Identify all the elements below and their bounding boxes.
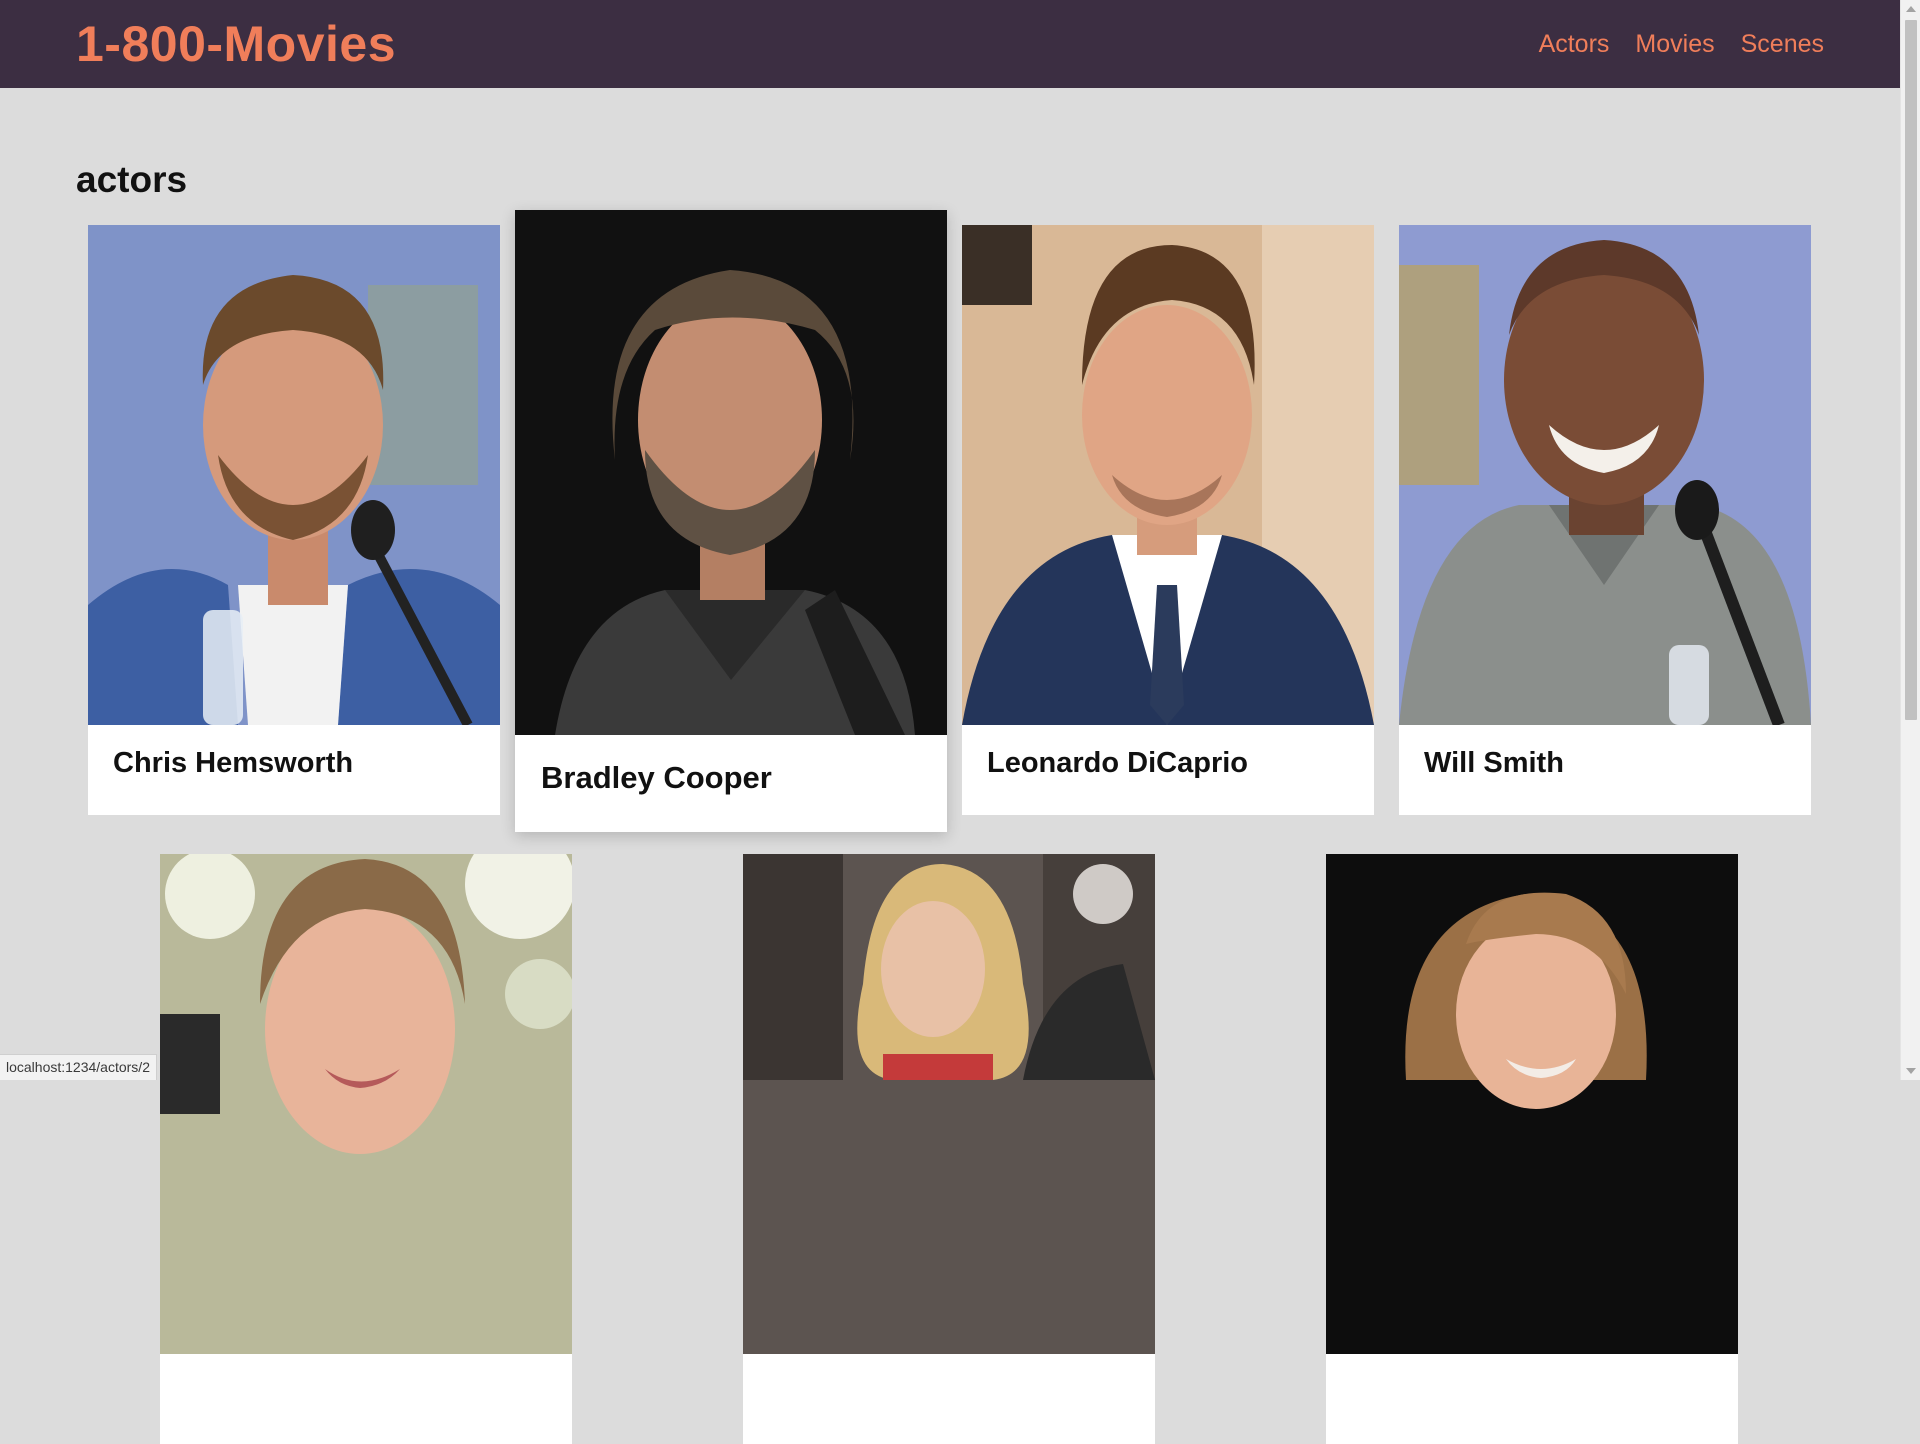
nav-links: Actors Movies Scenes [1539,28,1824,60]
actor-card-6[interactable] [743,854,1155,1444]
page-title: actors [76,159,188,200]
actor-card-bradley-cooper[interactable]: Bradley Cooper [515,210,947,832]
actor-card-5[interactable] [160,854,572,1444]
actor-card-will-smith[interactable]: Will Smith [1399,225,1811,815]
nav-link-movies[interactable]: Movies [1635,28,1714,60]
actor-photo [515,210,947,735]
actor-name: Will Smith [1424,747,1564,779]
actor-photo [1326,854,1738,1354]
actor-photo [88,225,500,725]
nav-link-scenes[interactable]: Scenes [1741,28,1824,60]
nav-link-actors[interactable]: Actors [1539,28,1610,60]
actor-photo [743,854,1155,1354]
brand-logo-link[interactable]: 1-800-Movies [76,16,396,72]
actor-name: Leonardo DiCaprio [987,747,1249,779]
actor-photo [962,225,1374,725]
actor-card-chris-hemsworth[interactable]: Chris Hemsworth [88,225,500,815]
scroll-down-arrow-icon[interactable] [1901,1062,1920,1080]
actor-card-7[interactable] [1326,854,1738,1444]
scrollbar-thumb[interactable] [1905,20,1917,720]
actor-name: Bradley Cooper [541,760,772,795]
actor-photo [160,854,572,1354]
actor-card-leonardo-dicaprio[interactable]: Leonardo DiCaprio [962,225,1374,815]
top-navbar: 1-800-Movies Actors Movies Scenes [0,0,1900,88]
actor-photo [1399,225,1811,725]
link-status-url: localhost:1234/actors/2 [0,1054,157,1080]
scroll-up-arrow-icon[interactable] [1901,0,1920,18]
vertical-scrollbar[interactable] [1900,0,1920,1080]
actor-name: Chris Hemsworth [113,747,354,779]
